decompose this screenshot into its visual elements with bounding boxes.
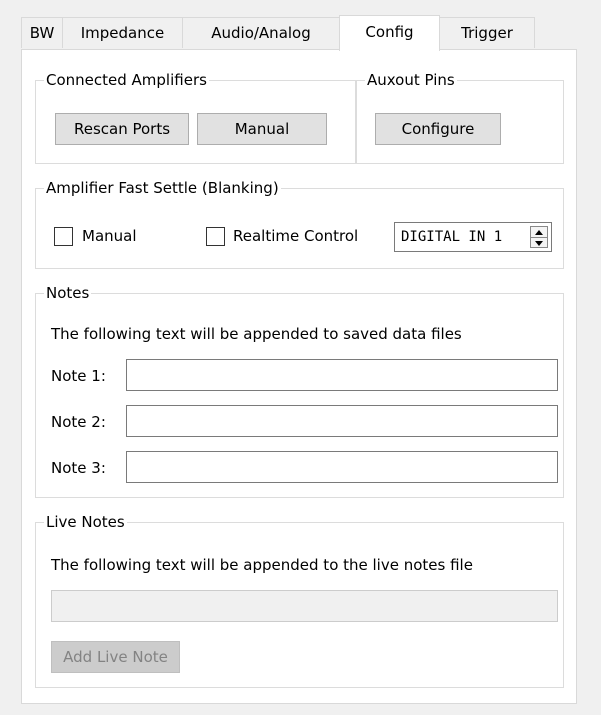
spinbox-value: DIGITAL IN 1 — [401, 229, 503, 245]
tab-trigger[interactable]: Trigger — [439, 17, 535, 48]
configure-auxout-button[interactable]: Configure — [375, 113, 501, 145]
tab-label: Trigger — [461, 24, 513, 42]
group-title: Amplifier Fast Settle (Blanking) — [44, 178, 281, 198]
note-1-field[interactable] — [126, 359, 558, 391]
tab-label: Audio/Analog — [211, 24, 311, 42]
realtime-control-label: Realtime Control — [233, 227, 359, 245]
tab-impedance[interactable]: Impedance — [62, 17, 183, 48]
tab-label: BW — [29, 24, 55, 42]
manual-amplifiers-button[interactable]: Manual — [197, 113, 327, 145]
manual-checkbox[interactable] — [54, 227, 73, 246]
tab-label: Config — [365, 23, 414, 41]
group-title: Notes — [44, 283, 92, 303]
auxout-pins-group: Auxout Pins Configure — [356, 70, 564, 164]
group-title: Live Notes — [44, 512, 127, 532]
fast-settle-group: Amplifier Fast Settle (Blanking) Manual … — [35, 178, 564, 269]
spin-down-icon[interactable] — [531, 237, 547, 248]
tab-label: Impedance — [80, 24, 165, 42]
note-1-label: Note 1: — [51, 367, 106, 385]
tab-bw[interactable]: BW — [21, 17, 63, 48]
add-live-note-button[interactable]: Add Live Note — [51, 641, 180, 673]
realtime-control-checkbox[interactable] — [206, 227, 225, 246]
notes-description: The following text will be appended to s… — [51, 325, 462, 343]
rescan-ports-button[interactable]: Rescan Ports — [55, 113, 189, 145]
note-3-label: Note 3: — [51, 459, 106, 477]
live-note-field[interactable] — [51, 590, 558, 622]
tab-audio-analog[interactable]: Audio/Analog — [182, 17, 340, 48]
group-title: Connected Amplifiers — [44, 70, 209, 90]
live-notes-description: The following text will be appended to t… — [51, 556, 473, 574]
connected-amplifiers-group: Connected Amplifiers Rescan Ports Manual — [35, 70, 356, 164]
note-2-field[interactable] — [126, 405, 558, 437]
note-3-field[interactable] — [126, 451, 558, 483]
spin-up-icon[interactable] — [531, 227, 547, 237]
notes-group: Notes The following text will be appende… — [35, 283, 564, 498]
live-notes-group: Live Notes The following text will be ap… — [35, 512, 564, 688]
config-panel: Connected Amplifiers Rescan Ports Manual… — [21, 49, 577, 704]
tab-config[interactable]: Config — [339, 15, 440, 51]
manual-checkbox-label: Manual — [82, 227, 137, 245]
note-2-label: Note 2: — [51, 413, 106, 431]
spinbox-buttons — [530, 226, 548, 248]
digital-input-spinbox[interactable]: DIGITAL IN 1 — [394, 222, 552, 252]
group-title: Auxout Pins — [365, 70, 457, 90]
